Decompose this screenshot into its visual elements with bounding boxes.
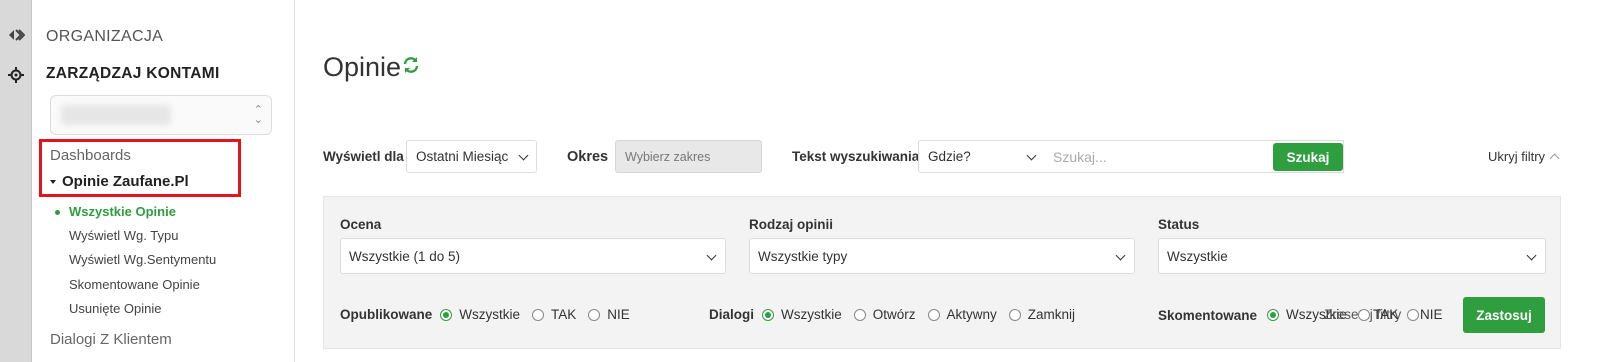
commented-option-yes-label: TAK <box>1373 307 1399 322</box>
chevron-down-icon <box>1026 150 1037 161</box>
radio-icon <box>588 308 601 321</box>
published-label: Opublikowane <box>340 307 433 322</box>
option-label: TAK <box>551 307 577 322</box>
hide-filters-toggle[interactable]: Ukryj filtry <box>1488 149 1560 164</box>
display-for-value: Ostatni Miesiąc <box>416 149 509 164</box>
option-label: NIE <box>607 307 630 322</box>
radio-icon <box>532 308 545 321</box>
sidebar-item-dialogs[interactable]: Dialogi Z Klientem <box>50 331 172 348</box>
chevron-down-icon <box>1526 250 1537 261</box>
refresh-icon[interactable] <box>401 55 421 75</box>
period-label: Okres <box>567 149 609 165</box>
radio-icon <box>853 308 866 321</box>
search-button[interactable]: Szukaj <box>1273 143 1343 171</box>
crosshair-icon[interactable] <box>0 61 32 89</box>
commented-option-no-label: NIE <box>1420 307 1443 322</box>
period-input[interactable]: Wybierz zakres <box>615 140 762 173</box>
opinion-type-value: Wszystkie typy <box>758 248 848 264</box>
sidebar-item-by-type[interactable]: Wyświetl Wg. Typu <box>69 228 178 243</box>
sidebar-item-by-sentiment[interactable]: Wyświetl Wg.Sentymentu <box>69 252 216 267</box>
published-filter: Opublikowane Wszystkie TAK NIE <box>340 307 642 322</box>
chevron-up-icon <box>1549 153 1560 164</box>
active-bullet-icon <box>55 210 60 215</box>
caret-down-icon <box>50 179 56 184</box>
up-down-arrows-icon: ⌃ ⌄ <box>253 104 263 126</box>
dialogs-label: Dialogi <box>709 307 755 322</box>
manage-accounts-label[interactable]: ZARZĄDZAJ KONTAMI <box>46 65 220 83</box>
chevron-down-icon <box>706 250 717 261</box>
status-select[interactable]: Wszystkie <box>1158 238 1546 274</box>
commented-filter: Skomentowane Wszystkie Zresetuj filtry T… <box>1158 307 1456 323</box>
filter-panel: Ocena Wszystkie (1 do 5) Rodzaj opinii W… <box>323 196 1561 349</box>
chevron-down-icon <box>518 150 529 161</box>
dialogs-option-open[interactable]: Otwórz <box>853 307 916 322</box>
collapse-arrows-icon[interactable] <box>0 21 32 49</box>
dialogs-option-all[interactable]: Wszystkie <box>762 307 842 322</box>
display-for-label: Wyświetl dla <box>323 149 404 164</box>
status-label: Status <box>1158 217 1200 232</box>
radio-icon[interactable] <box>1358 309 1371 321</box>
page-title: Opinie <box>323 52 402 82</box>
chevron-down-icon <box>1115 250 1126 261</box>
option-label: Wszystkie <box>781 307 842 322</box>
status-value: Wszystkie <box>1167 248 1228 264</box>
organization-label: ORGANIZACJA <box>46 28 164 45</box>
search-text-label: Tekst wyszukiwania <box>792 149 920 164</box>
apply-button[interactable]: Zastosuj <box>1463 297 1545 333</box>
option-label: Wszystkie <box>459 307 521 322</box>
sidebar: ORGANIZACJA ZARZĄDZAJ KONTAMI ⌃ ⌄ Dashboa… <box>32 0 295 362</box>
radio-checked-icon[interactable] <box>1267 309 1280 321</box>
dialogs-option-closed[interactable]: Zamknij <box>1008 307 1076 322</box>
dialogs-filter: Dialogi Wszystkie Otwórz Aktywny Zamknij <box>709 307 1087 322</box>
published-option-yes[interactable]: TAK <box>532 307 576 322</box>
rating-value: Wszystkie (1 do 5) <box>349 248 461 264</box>
radio-checked-icon <box>762 308 775 321</box>
commented-overlapping-options: Wszystkie Zresetuj filtry TAK NIE <box>1286 307 1456 323</box>
option-label: Aktywny <box>946 307 997 322</box>
sidebar-item-all-opinions[interactable]: Wszystkie Opinie <box>69 204 176 219</box>
where-value: Gdzie? <box>928 149 971 164</box>
published-option-no[interactable]: NIE <box>588 307 630 322</box>
dialogs-option-active[interactable]: Aktywny <box>927 307 997 322</box>
icon-rail <box>0 0 32 362</box>
option-label: Zamknij <box>1027 307 1076 322</box>
option-label: Otwórz <box>872 307 916 322</box>
blurred-account-name <box>61 105 171 125</box>
sidebar-item-deleted[interactable]: Usunięte Opinie <box>69 301 162 316</box>
rating-select[interactable]: Wszystkie (1 do 5) <box>340 238 726 274</box>
opinie-group-label: Opinie Zaufane.Pl <box>62 173 189 190</box>
radio-checked-icon <box>440 308 453 321</box>
radio-icon <box>927 308 940 321</box>
where-select[interactable]: Gdzie? <box>918 140 1045 173</box>
radio-icon <box>1008 308 1021 321</box>
sidebar-item-commented[interactable]: Skomentowane Opinie <box>69 277 200 292</box>
main-content: Opinie Wyświetl dla Ostatni Miesiąc Okre… <box>295 0 1600 362</box>
opinion-type-select[interactable]: Wszystkie typy <box>749 238 1135 274</box>
account-select[interactable]: ⌃ ⌄ <box>50 95 272 135</box>
opinie-group-toggle[interactable]: Opinie Zaufane.Pl <box>50 173 189 190</box>
hide-filters-label: Ukryj filtry <box>1488 149 1546 164</box>
dashboards-label[interactable]: Dashboards <box>50 147 131 164</box>
display-for-select[interactable]: Ostatni Miesiąc <box>406 140 537 173</box>
opinion-type-label: Rodzaj opinii <box>749 217 833 232</box>
commented-label: Skomentowane <box>1158 307 1258 323</box>
rating-label: Ocena <box>340 217 382 232</box>
radio-icon[interactable] <box>1407 309 1420 321</box>
published-option-all[interactable]: Wszystkie <box>440 307 520 322</box>
